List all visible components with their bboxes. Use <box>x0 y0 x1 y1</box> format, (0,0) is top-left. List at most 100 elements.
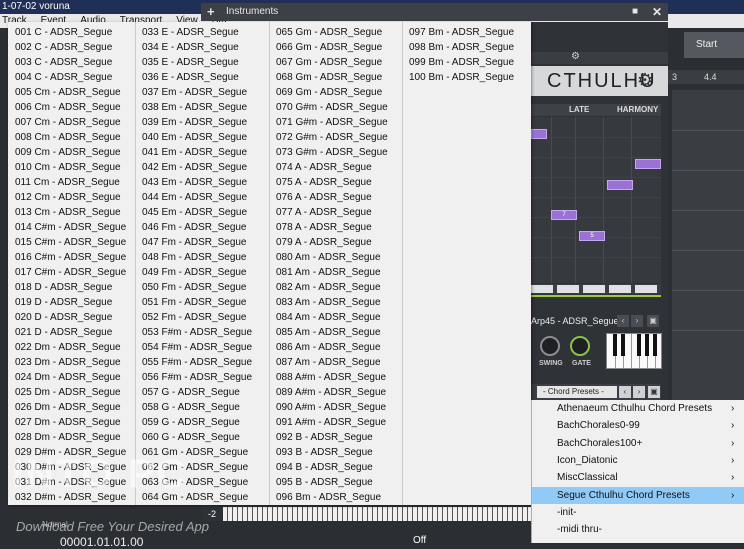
plus-icon[interactable]: + <box>207 3 215 21</box>
preset-item[interactable]: 016 C#m - ADSR_Segue <box>15 250 126 265</box>
preset-item[interactable]: 096 Bm - ADSR_Segue <box>276 490 381 505</box>
preset-item[interactable]: 025 Dm - ADSR_Segue <box>15 385 121 400</box>
swing-knob[interactable] <box>540 336 560 356</box>
preset-item[interactable]: 004 C - ADSR_Segue <box>15 70 112 85</box>
preset-item[interactable]: 012 Cm - ADSR_Segue <box>15 190 121 205</box>
preset-item[interactable]: 059 G - ADSR_Segue <box>142 415 240 430</box>
preset-item[interactable]: 043 Em - ADSR_Segue <box>142 175 247 190</box>
mini-keyboard[interactable] <box>606 333 662 369</box>
start-button[interactable]: Start <box>684 32 744 58</box>
preset-item[interactable]: 022 Dm - ADSR_Segue <box>15 340 121 355</box>
preset-item[interactable]: 071 G#m - ADSR_Segue <box>276 115 388 130</box>
preset-item[interactable]: 077 A - ADSR_Segue <box>276 205 372 220</box>
preset-item[interactable]: 036 E - ADSR_Segue <box>142 70 239 85</box>
preset-item[interactable]: 046 Fm - ADSR_Segue <box>142 220 247 235</box>
preset-item[interactable]: 100 Bm - ADSR_Segue <box>409 70 514 85</box>
preset-item[interactable]: 066 Gm - ADSR_Segue <box>276 40 382 55</box>
preset-item[interactable]: 006 Cm - ADSR_Segue <box>15 100 121 115</box>
close-icon[interactable]: ✕ <box>652 3 662 21</box>
grid-step-button[interactable] <box>635 285 657 293</box>
preset-item[interactable]: 010 Cm - ADSR_Segue <box>15 160 121 175</box>
preset-item[interactable]: 055 F#m - ADSR_Segue <box>142 355 252 370</box>
preset-item[interactable]: 044 Em - ADSR_Segue <box>142 190 247 205</box>
grid-step-button[interactable] <box>531 285 553 293</box>
preset-item[interactable]: 009 Cm - ADSR_Segue <box>15 145 121 160</box>
menu-item[interactable]: Athenaeum Cthulhu Chord Presets › <box>532 400 744 417</box>
preset-item[interactable]: 087 Am - ADSR_Segue <box>276 355 381 370</box>
preset-item[interactable]: 080 Am - ADSR_Segue <box>276 250 381 265</box>
gate-knob[interactable] <box>570 336 590 356</box>
preset-item[interactable]: 051 Fm - ADSR_Segue <box>142 295 247 310</box>
grid-note[interactable] <box>531 129 547 139</box>
preset-item[interactable]: 067 Gm - ADSR_Segue <box>276 55 382 70</box>
preset-item[interactable]: 018 D - ADSR_Segue <box>15 280 112 295</box>
preset-item[interactable]: 073 G#m - ADSR_Segue <box>276 145 388 160</box>
preset-item[interactable]: 034 E - ADSR_Segue <box>142 40 239 55</box>
preset-item[interactable]: 093 B - ADSR_Segue <box>276 445 373 460</box>
menu-item[interactable]: BachChorales100+ › <box>532 435 744 452</box>
preset-item[interactable]: 050 Fm - ADSR_Segue <box>142 280 247 295</box>
preset-item[interactable]: 005 Cm - ADSR_Segue <box>15 85 121 100</box>
preset-item[interactable]: 003 C - ADSR_Segue <box>15 55 112 70</box>
preset-item[interactable]: 048 Fm - ADSR_Segue <box>142 250 247 265</box>
preset-item[interactable]: 047 Fm - ADSR_Segue <box>142 235 247 250</box>
preset-item[interactable]: 083 Am - ADSR_Segue <box>276 295 381 310</box>
preset-item[interactable]: 013 Cm - ADSR_Segue <box>15 205 121 220</box>
preset-item[interactable]: 085 Am - ADSR_Segue <box>276 325 381 340</box>
grid-note[interactable]: 5 <box>579 231 605 241</box>
gear-icon[interactable]: ⚙ <box>571 51 580 62</box>
preset-item[interactable]: 054 F#m - ADSR_Segue <box>142 340 252 355</box>
preset-item[interactable]: 099 Bm - ADSR_Segue <box>409 55 514 70</box>
arp-grid[interactable]: 7 5 <box>531 117 661 283</box>
preset-item[interactable]: 091 A#m - ADSR_Segue <box>276 415 386 430</box>
prev-arrow-icon[interactable]: ‹ <box>617 315 629 327</box>
arp-preset-row[interactable]: Arp45 - ADSR_Segue ‹ › ▣ <box>531 313 661 329</box>
timeline-ruler[interactable]: 3 4.4 <box>668 70 744 84</box>
menu-item[interactable]: MiscClassical › <box>532 469 744 486</box>
preset-item[interactable]: 079 A - ADSR_Segue <box>276 235 372 250</box>
preset-item[interactable]: 097 Bm - ADSR_Segue <box>409 25 514 40</box>
preset-item[interactable]: 024 Dm - ADSR_Segue <box>15 370 121 385</box>
preset-item[interactable]: 035 E - ADSR_Segue <box>142 55 239 70</box>
preset-item[interactable]: 037 Em - ADSR_Segue <box>142 85 247 100</box>
preset-item[interactable]: 011 Cm - ADSR_Segue <box>15 175 120 190</box>
preset-item[interactable]: 052 Fm - ADSR_Segue <box>142 310 247 325</box>
preset-item[interactable]: 084 Am - ADSR_Segue <box>276 310 381 325</box>
menu-item[interactable]: -midi thru- <box>532 521 744 538</box>
grid-note[interactable] <box>607 180 633 190</box>
preset-item[interactable]: 065 Gm - ADSR_Segue <box>276 25 382 40</box>
menu-item[interactable]: Icon_Diatonic › <box>532 452 744 469</box>
menu-item[interactable]: BachChorales0-99 › <box>532 417 744 434</box>
preset-item[interactable]: 042 Em - ADSR_Segue <box>142 160 247 175</box>
preset-item[interactable]: 041 Em - ADSR_Segue <box>142 145 247 160</box>
grid-step-button[interactable] <box>557 285 579 293</box>
grid-note[interactable]: 7 <box>551 210 577 220</box>
preset-item[interactable]: 039 Em - ADSR_Segue <box>142 115 247 130</box>
menu-item[interactable]: -init- <box>532 504 744 521</box>
chord-presets-dropdown[interactable]: - Chord Presets - <box>537 386 617 398</box>
preset-item[interactable]: 074 A - ADSR_Segue <box>276 160 372 175</box>
instruments-title-bar[interactable]: + Instruments ■ ✕ <box>201 3 668 21</box>
next-arrow-icon[interactable]: › <box>633 386 645 398</box>
preset-item[interactable]: 026 Dm - ADSR_Segue <box>15 400 121 415</box>
preset-item[interactable]: 068 Gm - ADSR_Segue <box>276 70 382 85</box>
preset-item[interactable]: 082 Am - ADSR_Segue <box>276 280 381 295</box>
grid-step-button[interactable] <box>609 285 631 293</box>
piano-roll-keys[interactable] <box>223 507 531 521</box>
preset-item[interactable]: 088 A#m - ADSR_Segue <box>276 370 386 385</box>
preset-item[interactable]: 027 Dm - ADSR_Segue <box>15 415 121 430</box>
preset-item[interactable]: 098 Bm - ADSR_Segue <box>409 40 514 55</box>
preset-item[interactable]: 089 A#m - ADSR_Segue <box>276 385 386 400</box>
preset-item[interactable]: 008 Cm - ADSR_Segue <box>15 130 121 145</box>
preset-item[interactable]: 033 E - ADSR_Segue <box>142 25 239 40</box>
preset-item[interactable]: 002 C - ADSR_Segue <box>15 40 112 55</box>
preset-item[interactable]: 019 D - ADSR_Segue <box>15 295 112 310</box>
preset-item[interactable]: 070 G#m - ADSR_Segue <box>276 100 388 115</box>
preset-item[interactable]: 023 Dm - ADSR_Segue <box>15 355 121 370</box>
menu-item[interactable]: Segue Cthulhu Chord Presets › <box>532 486 744 504</box>
preset-item[interactable]: 081 Am - ADSR_Segue <box>276 265 381 280</box>
preset-item[interactable]: 014 C#m - ADSR_Segue <box>15 220 126 235</box>
preset-item[interactable]: 028 Dm - ADSR_Segue <box>15 430 121 445</box>
preset-item[interactable]: 021 D - ADSR_Segue <box>15 325 112 340</box>
preset-item[interactable]: 069 Gm - ADSR_Segue <box>276 85 382 100</box>
